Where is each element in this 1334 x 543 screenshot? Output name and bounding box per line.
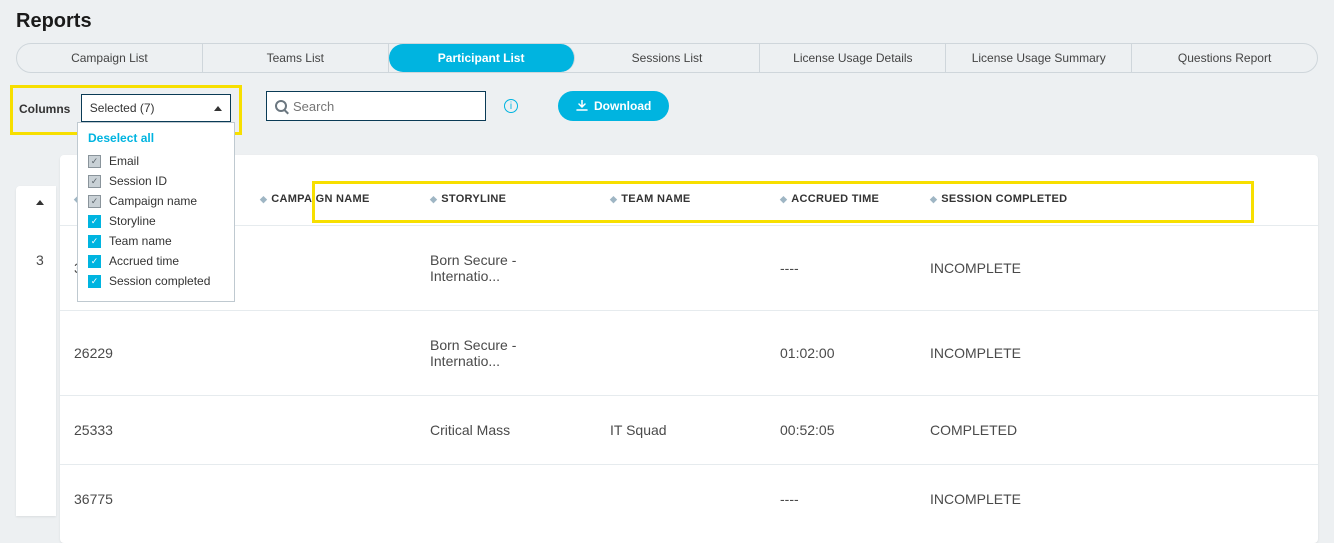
checkbox-checked-icon: ✓ bbox=[88, 275, 101, 288]
checkbox-icon: ✓ bbox=[88, 175, 101, 188]
download-label: Download bbox=[594, 99, 651, 113]
cell-team-name bbox=[600, 465, 770, 534]
cell-campaign-name bbox=[250, 226, 420, 311]
stub-cell: 3 bbox=[36, 252, 44, 268]
column-option-label: Session ID bbox=[109, 174, 167, 188]
column-option-label: Campaign name bbox=[109, 194, 197, 208]
col-session-completed[interactable]: ◆ SESSION COMPLETED bbox=[920, 155, 1318, 226]
cell-storyline: Born Secure - Internatio... bbox=[420, 226, 600, 311]
cell-team-name: IT Squad bbox=[600, 396, 770, 465]
cell-team-name bbox=[600, 226, 770, 311]
cell-storyline: Critical Mass bbox=[420, 396, 600, 465]
info-icon[interactable]: i bbox=[504, 99, 518, 113]
tab-participant-list[interactable]: Participant List bbox=[389, 44, 575, 72]
deselect-all-link[interactable]: Deselect all bbox=[88, 131, 224, 151]
checkbox-icon: ✓ bbox=[88, 195, 101, 208]
col-header-text: STORYLINE bbox=[441, 193, 506, 205]
column-option-label: Team name bbox=[109, 234, 172, 248]
column-option-email[interactable]: ✓ Email bbox=[88, 151, 224, 171]
tab-questions-report[interactable]: Questions Report bbox=[1132, 44, 1317, 72]
sort-icon: ◆ bbox=[610, 195, 617, 203]
col-header-text: ACCRUED TIME bbox=[791, 193, 879, 205]
cell-storyline bbox=[420, 465, 600, 534]
cell-team-name bbox=[600, 311, 770, 396]
cell-session-id: 36775 bbox=[60, 465, 250, 534]
col-storyline[interactable]: ◆ STORYLINE bbox=[420, 155, 600, 226]
column-option-label: Session completed bbox=[109, 274, 210, 288]
col-header-text: CAMPAIGN NAME bbox=[271, 193, 369, 205]
tab-license-usage-details[interactable]: License Usage Details bbox=[760, 44, 946, 72]
column-option-session-id[interactable]: ✓ Session ID bbox=[88, 171, 224, 191]
checkbox-checked-icon: ✓ bbox=[88, 255, 101, 268]
left-column-stub: 3 bbox=[16, 186, 56, 516]
search-icon bbox=[275, 100, 287, 112]
cell-campaign-name bbox=[250, 396, 420, 465]
columns-selector-highlight: Columns Selected (7) Deselect all ✓Email… bbox=[10, 85, 242, 135]
sort-up-icon bbox=[36, 200, 44, 205]
table-row[interactable]: 36645 Born Secure - Internatio... ---- I… bbox=[60, 226, 1318, 311]
search-input[interactable] bbox=[293, 99, 477, 114]
columns-selected-value: Selected (7) bbox=[90, 101, 155, 115]
cell-accrued-time: 00:52:05 bbox=[770, 396, 920, 465]
col-accrued-time[interactable]: ◆ ACCRUED TIME bbox=[770, 155, 920, 226]
columns-select[interactable]: Selected (7) bbox=[81, 94, 231, 122]
sort-icon: ◆ bbox=[260, 195, 267, 203]
checkbox-checked-icon: ✓ bbox=[88, 235, 101, 248]
table-row[interactable]: 26229 Born Secure - Internatio... 01:02:… bbox=[60, 311, 1318, 396]
results-table: ◆SESSION ID ◆CAMPAIGN NAME ◆STORYLINE ◆T… bbox=[60, 155, 1318, 533]
column-option-label: Email bbox=[109, 154, 139, 168]
checkbox-checked-icon: ✓ bbox=[88, 215, 101, 228]
column-option-label: Storyline bbox=[109, 214, 156, 228]
tab-license-usage-summary[interactable]: License Usage Summary bbox=[946, 44, 1132, 72]
cell-accrued-time: 01:02:00 bbox=[770, 311, 920, 396]
results-table-card: ◆SESSION ID ◆CAMPAIGN NAME ◆STORYLINE ◆T… bbox=[60, 155, 1318, 543]
cell-session-completed: INCOMPLETE bbox=[920, 311, 1318, 396]
caret-up-icon bbox=[214, 106, 222, 111]
columns-label: Columns bbox=[19, 94, 70, 116]
tab-sessions-list[interactable]: Sessions List bbox=[575, 44, 761, 72]
cell-session-completed: INCOMPLETE bbox=[920, 226, 1318, 311]
column-option-team-name[interactable]: ✓ Team name bbox=[88, 231, 224, 251]
report-tabs: Campaign List Teams List Participant Lis… bbox=[16, 43, 1318, 73]
download-button[interactable]: Download bbox=[558, 91, 669, 121]
col-header-text: TEAM NAME bbox=[621, 193, 690, 205]
tab-teams-list[interactable]: Teams List bbox=[203, 44, 389, 72]
cell-session-id: 25333 bbox=[60, 396, 250, 465]
tab-campaign-list[interactable]: Campaign List bbox=[17, 44, 203, 72]
cell-storyline: Born Secure - Internatio... bbox=[420, 311, 600, 396]
col-campaign-name[interactable]: ◆ CAMPAIGN NAME bbox=[250, 155, 420, 226]
cell-session-completed: COMPLETED bbox=[920, 396, 1318, 465]
column-option-campaign-name[interactable]: ✓ Campaign name bbox=[88, 191, 224, 211]
cell-session-completed: INCOMPLETE bbox=[920, 465, 1318, 534]
sort-icon: ◆ bbox=[430, 195, 437, 203]
download-icon bbox=[576, 100, 588, 112]
page-title: Reports bbox=[0, 0, 1334, 43]
cell-campaign-name bbox=[250, 465, 420, 534]
column-option-session-completed[interactable]: ✓ Session completed bbox=[88, 271, 224, 291]
cell-accrued-time: ---- bbox=[770, 465, 920, 534]
search-box[interactable] bbox=[266, 91, 486, 121]
column-option-accrued-time[interactable]: ✓ Accrued time bbox=[88, 251, 224, 271]
cell-accrued-time: ---- bbox=[770, 226, 920, 311]
table-row[interactable]: 36775 ---- INCOMPLETE bbox=[60, 465, 1318, 534]
checkbox-icon: ✓ bbox=[88, 155, 101, 168]
columns-dropdown: Deselect all ✓ Email ✓ Session ID ✓ Campaig… bbox=[77, 122, 235, 302]
cell-campaign-name bbox=[250, 311, 420, 396]
col-header-text: SESSION COMPLETED bbox=[941, 193, 1067, 205]
column-option-label: Accrued time bbox=[109, 254, 179, 268]
col-team-name[interactable]: ◆ TEAM NAME bbox=[600, 155, 770, 226]
table-row[interactable]: 25333 Critical Mass IT Squad 00:52:05 CO… bbox=[60, 396, 1318, 465]
cell-session-id: 26229 bbox=[60, 311, 250, 396]
sort-icon: ◆ bbox=[780, 195, 787, 203]
sort-icon: ◆ bbox=[930, 195, 937, 203]
column-option-storyline[interactable]: ✓ Storyline bbox=[88, 211, 224, 231]
